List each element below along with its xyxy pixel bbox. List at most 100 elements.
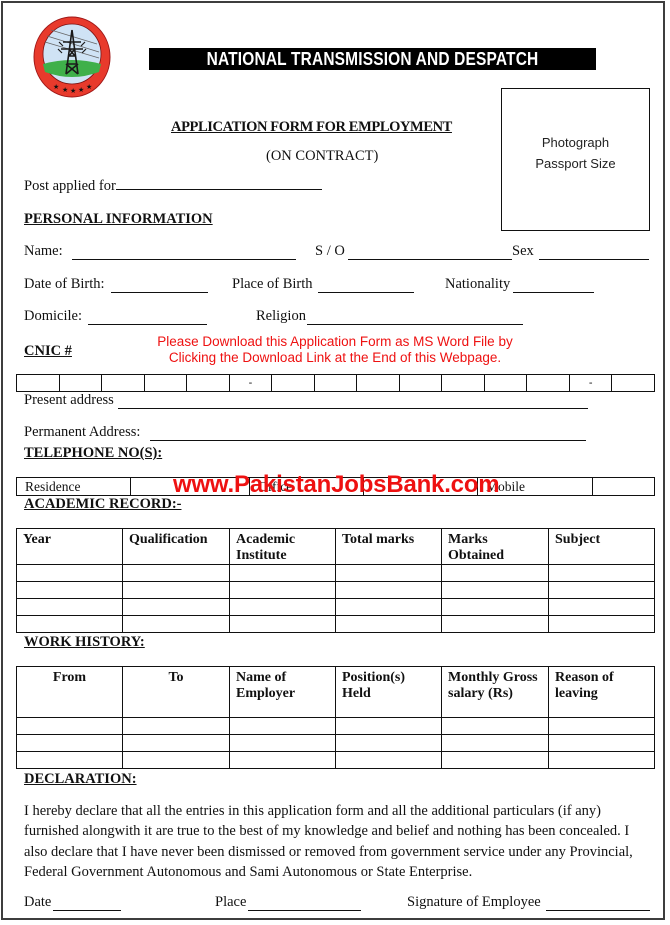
table-cell[interactable]	[122, 734, 230, 752]
religion-label: Religion	[256, 308, 306, 324]
table-cell[interactable]	[441, 564, 549, 582]
table-cell[interactable]	[229, 751, 336, 769]
svg-text:★: ★	[86, 83, 92, 91]
cnic-cell[interactable]	[398, 374, 443, 392]
column-header: From	[16, 666, 123, 718]
signature-label: Signature of Employee	[407, 894, 541, 910]
permanent-address-field[interactable]	[150, 428, 586, 441]
table-cell[interactable]	[548, 717, 655, 735]
cnic-cell[interactable]	[271, 374, 315, 392]
svg-text:★: ★	[78, 86, 84, 94]
table-cell[interactable]	[441, 598, 549, 616]
table-cell[interactable]	[122, 581, 230, 599]
cnic-cell[interactable]	[356, 374, 400, 392]
table-cell[interactable]	[441, 717, 549, 735]
column-header: Year	[16, 528, 123, 565]
table-cell[interactable]	[229, 598, 336, 616]
table-cell[interactable]	[548, 751, 655, 769]
photo-label: Photograph	[541, 135, 610, 150]
table-cell[interactable]	[441, 734, 549, 752]
cnic-cell[interactable]	[101, 374, 145, 392]
permanent-address-label: Permanent Address:	[24, 424, 141, 440]
cnic-cell[interactable]	[143, 374, 188, 392]
photo-box[interactable]: Photograph Passport Size	[501, 88, 650, 231]
mobile-field[interactable]	[592, 477, 655, 496]
cnic-cell[interactable]	[186, 374, 230, 392]
table-cell[interactable]	[335, 581, 442, 599]
cnic-cell[interactable]	[483, 374, 528, 392]
present-address-label: Present address	[24, 392, 114, 408]
table-cell[interactable]	[548, 581, 655, 599]
table-cell[interactable]	[229, 734, 336, 752]
table-cell[interactable]	[16, 598, 123, 616]
column-header: Reason of leaving	[548, 666, 655, 718]
cnic-cell[interactable]	[58, 374, 103, 392]
post-applied-field[interactable]	[115, 177, 322, 190]
signature-field[interactable]	[546, 898, 650, 911]
declaration-text: I hereby declare that all the entries in…	[24, 803, 633, 881]
sex-field[interactable]	[539, 247, 649, 260]
table-cell[interactable]	[441, 581, 549, 599]
residence-label: Residence	[16, 477, 131, 496]
name-field[interactable]	[72, 247, 296, 260]
table-row	[16, 751, 655, 769]
table-cell[interactable]	[122, 598, 230, 616]
pob-field[interactable]	[318, 280, 414, 293]
nationality-field[interactable]	[513, 280, 594, 293]
table-cell[interactable]	[16, 751, 123, 769]
svg-text:★: ★	[53, 83, 59, 91]
table-cell[interactable]	[16, 615, 123, 633]
table-cell[interactable]	[335, 751, 442, 769]
table-cell[interactable]	[16, 734, 123, 752]
table-cell[interactable]	[16, 717, 123, 735]
cnic-cell[interactable]	[313, 374, 358, 392]
table-cell[interactable]	[16, 581, 123, 599]
table-cell[interactable]	[229, 615, 336, 633]
place-field[interactable]	[248, 898, 361, 911]
table-cell[interactable]	[548, 564, 655, 582]
column-header: Subject	[548, 528, 655, 565]
present-address-field[interactable]	[118, 396, 588, 409]
cnic-heading: CNIC #	[24, 343, 72, 359]
table-cell[interactable]	[335, 615, 442, 633]
table-cell[interactable]	[548, 615, 655, 633]
telephone-heading: TELEPHONE NO(S):	[24, 445, 163, 461]
cnic-separator: -	[568, 374, 613, 392]
date-field[interactable]	[53, 898, 121, 911]
work-history-heading: WORK HISTORY:	[24, 634, 145, 650]
so-field[interactable]	[348, 247, 512, 260]
table-cell[interactable]	[335, 734, 442, 752]
table-cell[interactable]	[122, 717, 230, 735]
cnic-cell[interactable]	[611, 374, 655, 392]
cnic-grid: - -	[16, 374, 655, 392]
table-cell[interactable]	[548, 734, 655, 752]
table-cell[interactable]	[122, 751, 230, 769]
table-cell[interactable]	[229, 581, 336, 599]
table-cell[interactable]	[229, 564, 336, 582]
so-label: S / O	[315, 243, 345, 259]
table-cell[interactable]	[548, 598, 655, 616]
table-cell[interactable]	[122, 564, 230, 582]
table-row	[16, 598, 655, 616]
table-cell[interactable]	[335, 564, 442, 582]
download-notice-line1: Please Download this Application Form as…	[157, 334, 513, 349]
table-cell[interactable]	[335, 598, 442, 616]
dob-field[interactable]	[111, 280, 208, 293]
religion-field[interactable]	[307, 312, 523, 325]
column-header: Monthly Gross salary (Rs)	[441, 666, 549, 718]
cnic-cell[interactable]	[16, 374, 60, 392]
table-cell[interactable]	[229, 717, 336, 735]
date-label: Date	[24, 894, 52, 910]
table-cell[interactable]	[441, 615, 549, 633]
cnic-cell[interactable]	[526, 374, 570, 392]
domicile-field[interactable]	[88, 312, 207, 325]
cnic-cell[interactable]	[441, 374, 485, 392]
table-cell[interactable]	[441, 751, 549, 769]
declaration-heading: DECLARATION:	[24, 771, 137, 787]
domicile-label: Domicile:	[24, 308, 82, 324]
table-cell[interactable]	[335, 717, 442, 735]
form-title: APPLICATION FORM FOR EMPLOYMENT	[171, 119, 452, 135]
table-cell[interactable]	[16, 564, 123, 582]
download-notice-line2: Clicking the Download Link at the End of…	[168, 350, 502, 365]
table-cell[interactable]	[122, 615, 230, 633]
